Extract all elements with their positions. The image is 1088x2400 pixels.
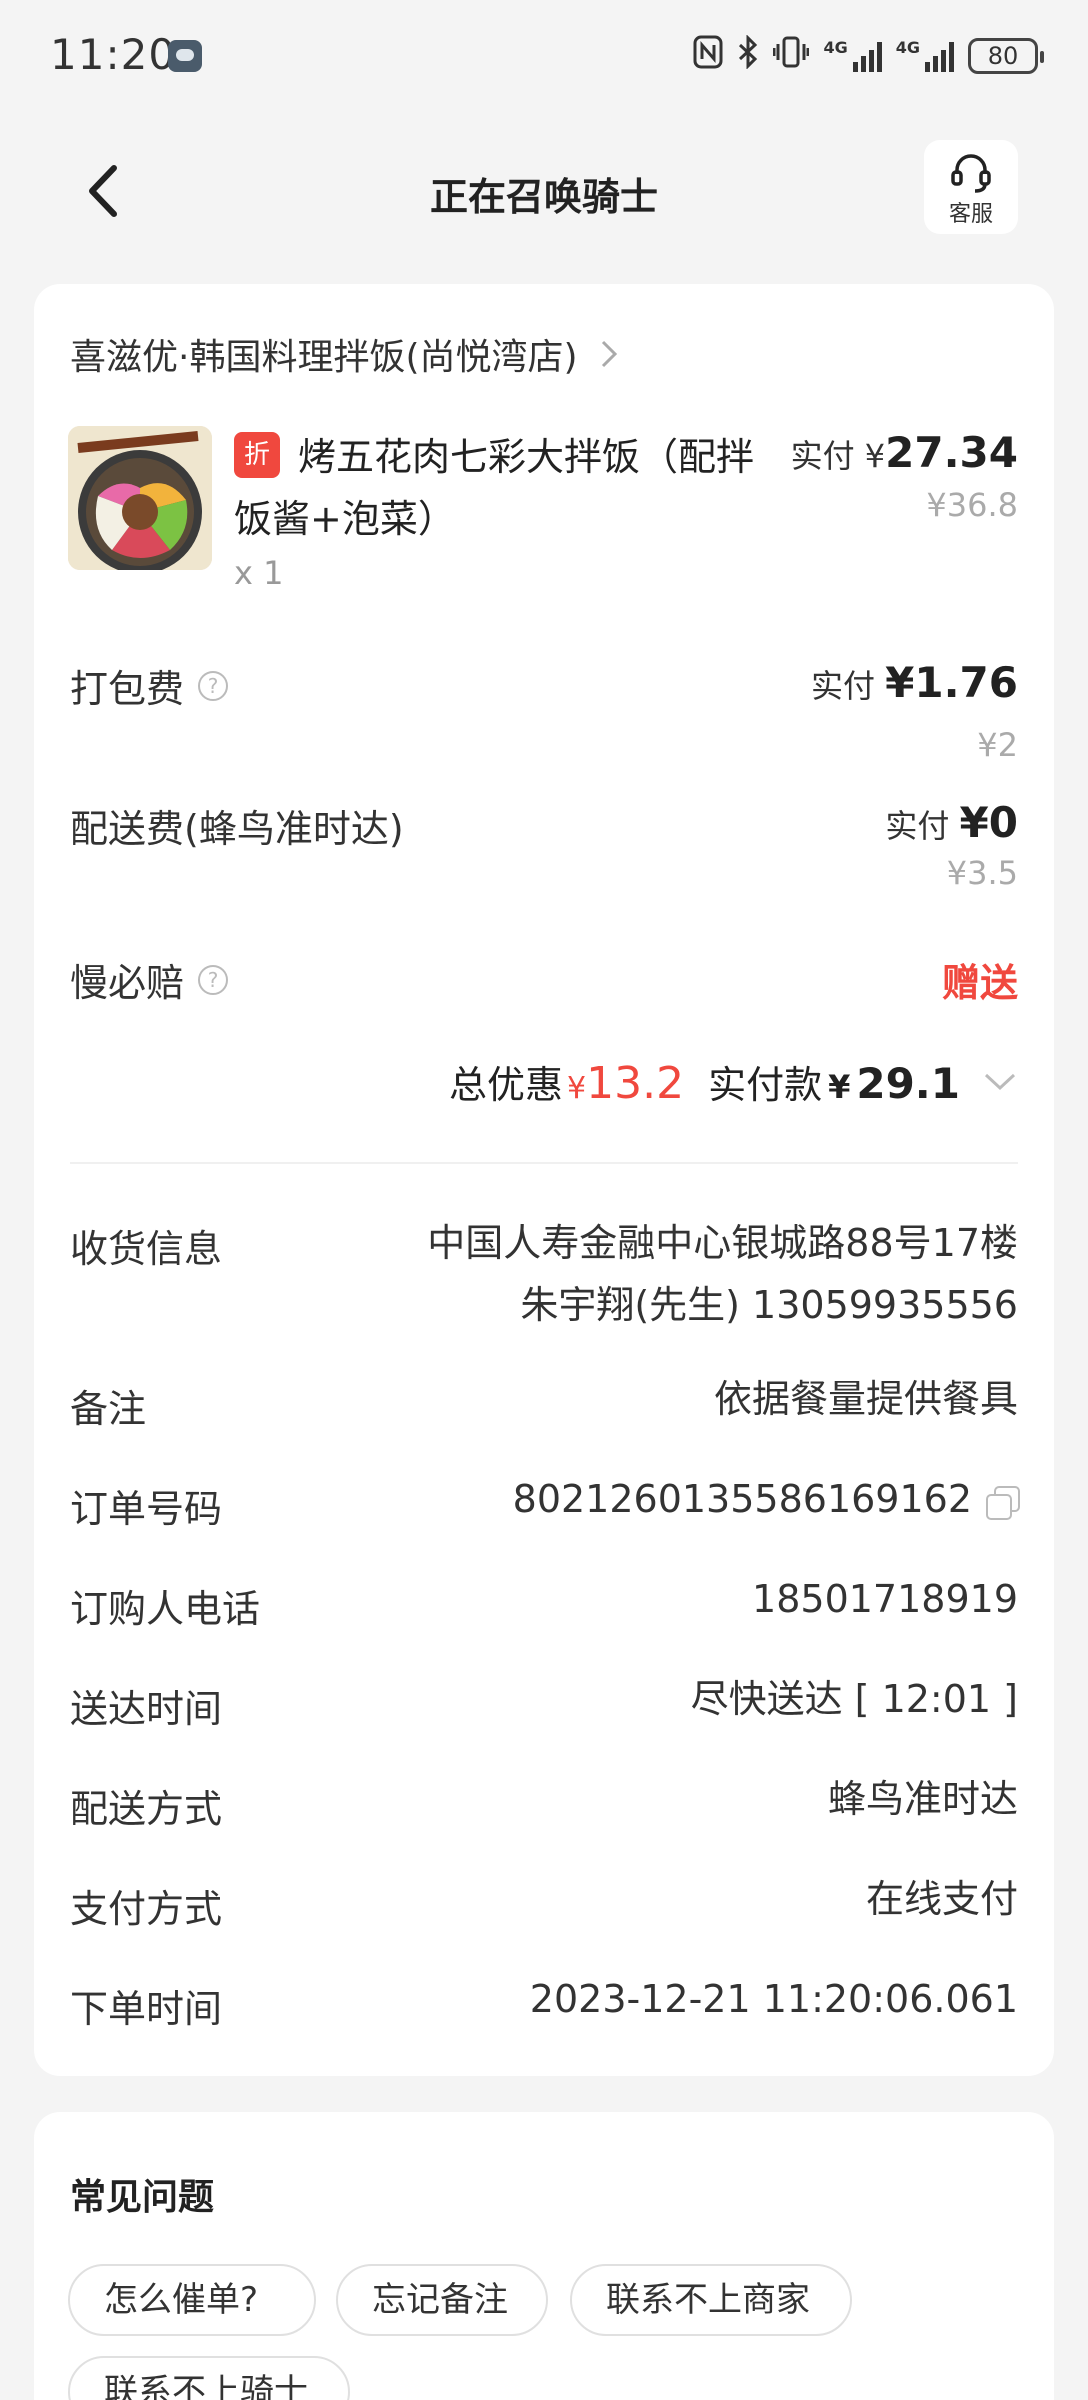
late-compensation-label: 慢必赔 ? bbox=[70, 952, 229, 1007]
paid-label: 实付 bbox=[790, 437, 855, 475]
dish-image bbox=[68, 426, 212, 570]
status-time: 11:20 bbox=[50, 30, 177, 79]
faq-card: 常见问题 怎么催单? 忘记备注 联系不上商家 联系不上骑士 bbox=[34, 2112, 1054, 2400]
info-value: 蜂鸟准时达 bbox=[827, 1777, 1018, 1821]
chevron-down-icon bbox=[984, 1073, 1016, 1090]
faq-chip-forgot-note[interactable]: 忘记备注 bbox=[336, 2264, 548, 2336]
info-value: 在线支付 bbox=[865, 1877, 1018, 1921]
discount-amount: 13.2 bbox=[586, 1058, 685, 1109]
dish-quantity: x 1 bbox=[234, 554, 284, 592]
info-label: 订购人电话 bbox=[70, 1587, 261, 1631]
pay-currency: ¥ bbox=[828, 1068, 851, 1106]
bluetooth-icon bbox=[737, 34, 759, 77]
battery-icon: 80 bbox=[968, 38, 1044, 74]
faq-title: 常见问题 bbox=[70, 2177, 215, 2218]
delivery-address-row: 收货信息 中国人寿金融中心银城路88号17楼 朱宇翔(先生) 130599355… bbox=[70, 1218, 1018, 1350]
packing-fee-text: 打包费 bbox=[70, 667, 185, 711]
delivery-fee-text: 配送费(蜂鸟准时达) bbox=[70, 807, 404, 851]
paid-amount: ¥0 bbox=[959, 798, 1018, 847]
divider bbox=[70, 1162, 1018, 1164]
network-type-1: 4G bbox=[823, 38, 848, 57]
info-value: 18501718919 bbox=[752, 1577, 1018, 1621]
faq-chip-merchant[interactable]: 联系不上商家 bbox=[570, 2264, 852, 2336]
packing-fee-label: 打包费 ? bbox=[70, 658, 229, 713]
info-label: 配送方式 bbox=[70, 1787, 223, 1831]
info-value: 中国人寿金融中心银城路88号17楼 朱宇翔(先生) 13059935556 bbox=[427, 1212, 1018, 1336]
help-icon[interactable]: ? bbox=[198, 964, 229, 995]
delivery-fee-paid: 实付 ¥0 bbox=[885, 798, 1018, 847]
paid-amount: 27.34 bbox=[885, 428, 1018, 477]
paid-amount: ¥1.76 bbox=[885, 658, 1018, 707]
info-value: 依据餐量提供餐具 bbox=[713, 1377, 1018, 1421]
store-link[interactable]: 喜滋优·韩国料理拌饭(尚悦湾店) bbox=[70, 328, 620, 380]
delivery-fee-original: ¥3.5 bbox=[946, 854, 1018, 892]
packing-fee-paid: 实付 ¥1.76 bbox=[811, 658, 1018, 707]
message-notification-icon bbox=[168, 40, 202, 72]
info-label: 支付方式 bbox=[70, 1887, 223, 1931]
discount-currency: ¥ bbox=[567, 1071, 587, 1106]
dish-paid-price: 实付 ¥27.34 bbox=[791, 428, 1018, 477]
info-label: 送达时间 bbox=[70, 1687, 223, 1731]
dish-name: 烤五花肉七彩大拌饭（配拌饭酱+泡菜） bbox=[234, 435, 755, 541]
info-value: 2023-12-21 11:20:06.061 bbox=[529, 1977, 1018, 2021]
dish-original-price: ¥36.8 bbox=[926, 486, 1018, 524]
currency-symbol: ¥ bbox=[864, 437, 886, 475]
recipient-line: 朱宇翔(先生) 13059935556 bbox=[520, 1283, 1018, 1327]
faq-chip-urge[interactable]: 怎么催单? bbox=[68, 2264, 316, 2336]
info-label: 订单号码 bbox=[70, 1487, 223, 1531]
late-compensation-text: 慢必赔 bbox=[70, 961, 185, 1005]
network-type-2: 4G bbox=[895, 38, 920, 57]
order-totals[interactable]: 总优惠 ¥ 13.2 实付款 ¥ 29.1 bbox=[449, 1054, 1018, 1109]
status-icons: 4G 4G 80 bbox=[693, 34, 1044, 78]
chevron-right-icon bbox=[601, 340, 617, 368]
info-label: 备注 bbox=[70, 1387, 147, 1431]
info-value: 8021260135586169162 bbox=[512, 1468, 1020, 1530]
info-label: 收货信息 bbox=[70, 1227, 223, 1271]
vibrate-icon bbox=[772, 35, 810, 77]
copy-icon[interactable] bbox=[986, 1485, 1020, 1520]
signal-icon-1: 4G bbox=[823, 38, 882, 72]
signal-icon-2: 4G bbox=[896, 40, 954, 72]
order-card: 喜滋优·韩国料理拌饭(尚悦湾店) 折 烤五花肉七彩大拌饭（配拌饭酱+泡菜） x … bbox=[34, 284, 1054, 2076]
paid-label: 实付 bbox=[885, 807, 950, 845]
address-line: 中国人寿金融中心银城路88号17楼 bbox=[427, 1221, 1018, 1265]
customer-service-label: 客服 bbox=[948, 202, 993, 227]
faq-chip-rider[interactable]: 联系不上骑士 bbox=[68, 2356, 350, 2400]
delivery-fee-label: 配送费(蜂鸟准时达) bbox=[70, 798, 404, 853]
help-icon[interactable]: ? bbox=[198, 670, 229, 701]
paid-label: 实付 bbox=[810, 667, 875, 705]
headset-icon bbox=[951, 154, 991, 193]
status-bar: 11:20 4G 4G 80 bbox=[0, 0, 1088, 112]
pay-label: 实付款 bbox=[708, 1063, 823, 1107]
page-header: 正在召唤骑士 客服 bbox=[0, 112, 1088, 272]
info-label: 下单时间 bbox=[70, 1987, 223, 2031]
pay-amount: 29.1 bbox=[856, 1059, 960, 1108]
store-name: 喜滋优·韩国料理拌饭(尚悦湾店) bbox=[70, 337, 578, 378]
late-compensation-value: 赠送 bbox=[941, 961, 1018, 1005]
discount-label: 总优惠 bbox=[449, 1063, 564, 1107]
order-number: 8021260135586169162 bbox=[512, 1477, 972, 1521]
nfc-icon bbox=[693, 35, 723, 77]
packing-fee-original: ¥2 bbox=[977, 726, 1018, 764]
info-value: 尽快送达 [ 12:01 ] bbox=[690, 1677, 1018, 1721]
customer-service-button[interactable]: 客服 bbox=[924, 140, 1018, 234]
